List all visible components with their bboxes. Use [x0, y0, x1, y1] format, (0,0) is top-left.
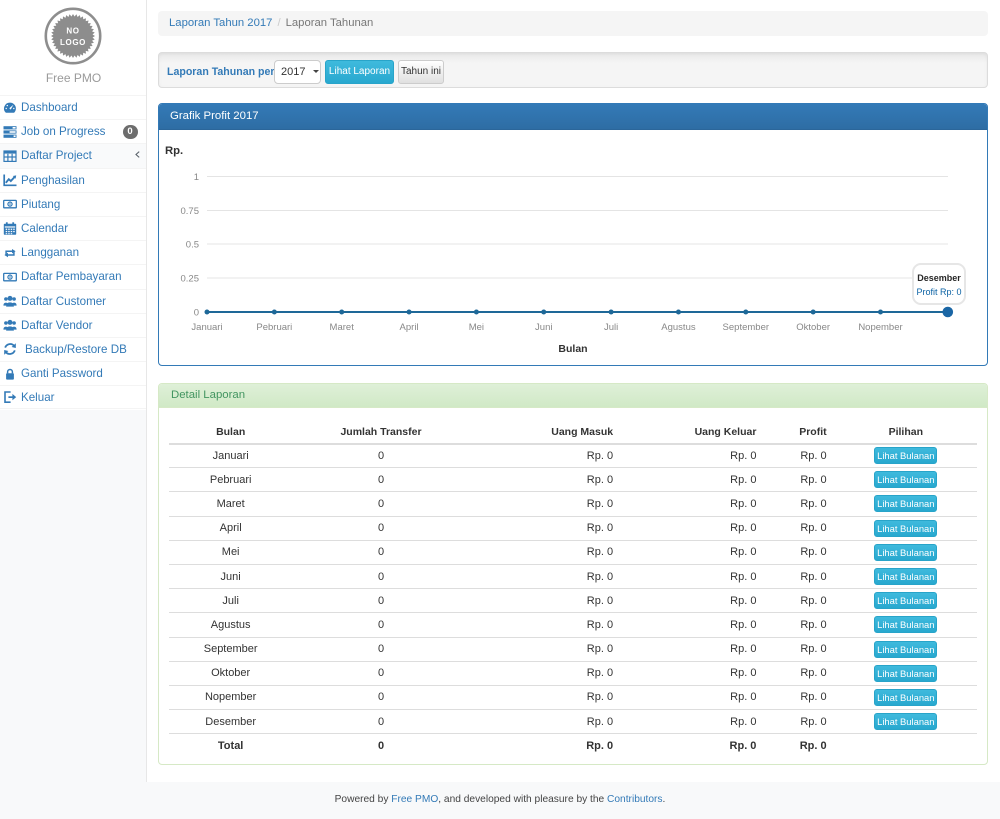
svg-text:Maret: Maret [330, 322, 355, 333]
svg-text:Juni: Juni [535, 322, 552, 333]
svg-text:Desember: Desember [917, 273, 961, 283]
svg-text:Rp.: Rp. [165, 145, 183, 157]
svg-text:0: 0 [194, 308, 199, 319]
svg-text:Profit Rp: 0: Profit Rp: 0 [916, 287, 961, 297]
svg-text:Agustus: Agustus [661, 322, 696, 333]
svg-text:0.25: 0.25 [181, 274, 200, 285]
svg-text:Nopember: Nopember [858, 322, 902, 333]
svg-text:0.75: 0.75 [181, 206, 200, 217]
svg-text:0.5: 0.5 [186, 240, 199, 251]
svg-text:Pebruari: Pebruari [256, 322, 292, 333]
svg-text:NO: NO [66, 27, 79, 36]
svg-text:September: September [723, 322, 769, 333]
svg-text:April: April [400, 322, 419, 333]
svg-text:Juli: Juli [604, 322, 618, 333]
svg-text:Mei: Mei [469, 322, 484, 333]
svg-text:Januari: Januari [191, 322, 222, 333]
svg-text:1: 1 [194, 172, 199, 183]
svg-text:Oktober: Oktober [796, 322, 830, 333]
svg-text:LOGO: LOGO [60, 38, 86, 47]
svg-text:Bulan: Bulan [558, 343, 587, 355]
